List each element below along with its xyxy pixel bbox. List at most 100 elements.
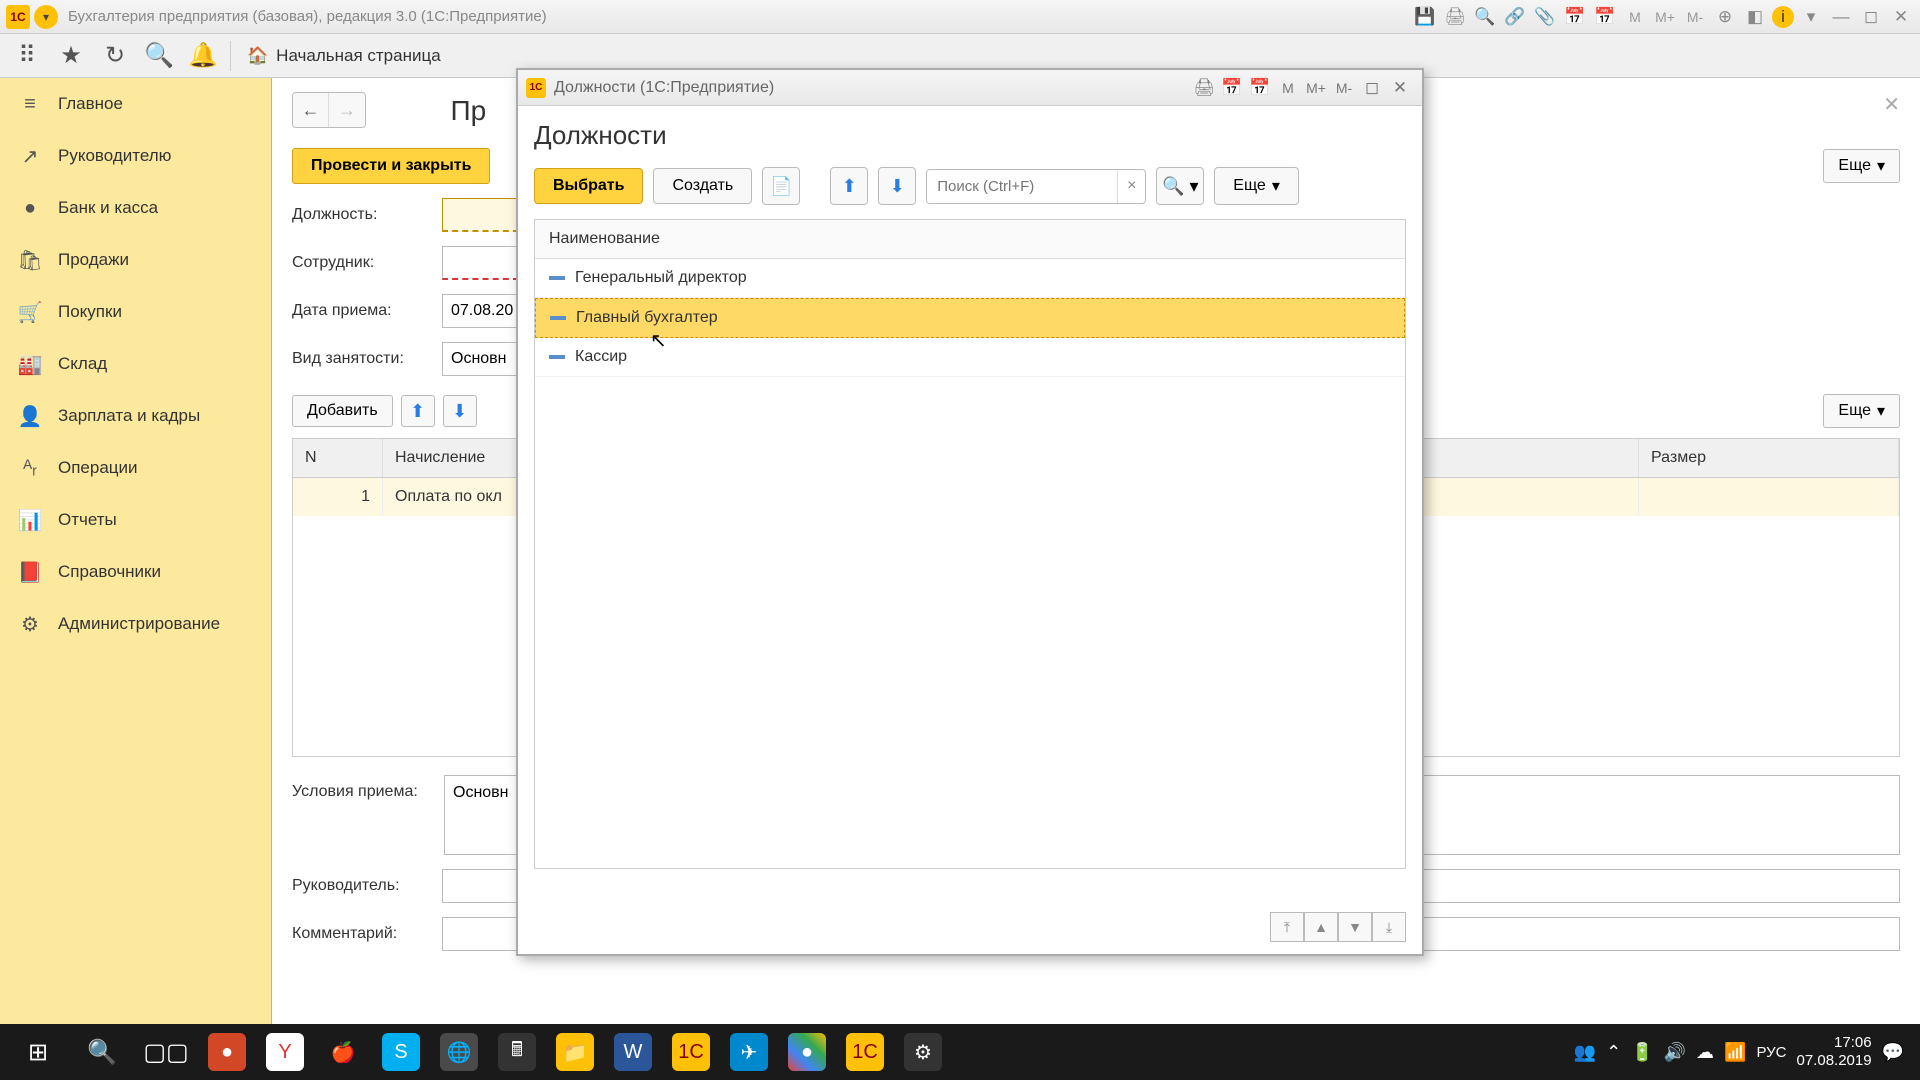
more-button[interactable]: Еще▾ [1823, 149, 1900, 183]
sidebar-item-hr[interactable]: 👤Зарплата и кадры [0, 390, 271, 442]
sidebar-item-manager[interactable]: ↗Руководителю [0, 130, 271, 182]
dialog-more-button[interactable]: Еще▾ [1214, 167, 1299, 205]
grid-more-button[interactable]: Еще▾ [1823, 394, 1900, 428]
list-item[interactable]: Генеральный директор [535, 259, 1405, 298]
submit-close-button[interactable]: Провести и закрыть [292, 148, 490, 184]
taskbar-app-1c2[interactable]: 1C [836, 1024, 894, 1080]
chevron-up-icon[interactable]: ⌃ [1606, 1042, 1621, 1063]
network-icon[interactable]: ☁ [1696, 1042, 1714, 1063]
m-plus-button[interactable]: M+ [1302, 76, 1330, 100]
notifications-icon[interactable]: 💬 [1882, 1042, 1904, 1063]
calendar2-icon[interactable]: 📅 [1592, 4, 1618, 30]
print-icon[interactable]: 🖨 [1190, 76, 1218, 100]
taskbar-app-1c[interactable]: 1C [662, 1024, 720, 1080]
clock[interactable]: 17:06 07.08.2019 [1797, 1034, 1872, 1070]
people-icon[interactable]: 👥 [1574, 1042, 1596, 1063]
sidebar-item-operations[interactable]: ᴬᵣОперации [0, 442, 271, 494]
bell-icon[interactable]: 🔔 [184, 37, 222, 75]
m-button[interactable]: M [1274, 76, 1302, 100]
close-icon[interactable]: ✕ [1386, 76, 1414, 100]
taskbar-app-ppt[interactable]: ● [198, 1024, 256, 1080]
panel-icon[interactable]: ◧ [1742, 4, 1768, 30]
taskbar-app-calc[interactable]: 🖩 [488, 1024, 546, 1080]
search-dropdown-button[interactable]: 🔍 ▾ [1156, 167, 1204, 205]
sidebar-item-references[interactable]: 📕Справочники [0, 546, 271, 598]
taskbar-app-chrome[interactable]: ● [778, 1024, 836, 1080]
sidebar-item-label: Банк и касса [58, 198, 158, 218]
list-item[interactable]: Главный бухгалтер [535, 298, 1405, 338]
list-item[interactable]: Кассир [535, 338, 1405, 377]
search-icon[interactable]: 🔍 [140, 37, 178, 75]
close-icon[interactable]: ✕ [1888, 4, 1914, 30]
history-icon[interactable]: ↻ [96, 37, 134, 75]
forward-button[interactable]: → [329, 93, 365, 127]
m-button[interactable]: M [1622, 4, 1648, 30]
favorite-icon[interactable]: ★ [52, 37, 90, 75]
attach-icon[interactable]: 📎 [1532, 4, 1558, 30]
sidebar-item-sales[interactable]: 🛍Продажи [0, 234, 271, 286]
taskbar-app-tomato[interactable]: 🍎 [314, 1024, 372, 1080]
sidebar-item-purchases[interactable]: 🛒Покупки [0, 286, 271, 338]
taskbar-app-explorer[interactable]: 📁 [546, 1024, 604, 1080]
m-minus-button[interactable]: M- [1682, 4, 1708, 30]
sidebar-item-warehouse[interactable]: 🏭Склад [0, 338, 271, 390]
create-button[interactable]: Создать [653, 168, 752, 204]
sidebar-item-main[interactable]: ≡Главное [0, 78, 271, 130]
chevron-down-icon: ▾ [1877, 401, 1885, 421]
taskbar-app-skype[interactable]: S [372, 1024, 430, 1080]
home-button[interactable]: 🏠 Начальная страница [239, 46, 449, 66]
add-button[interactable]: Добавить [292, 395, 393, 427]
calendar2-icon[interactable]: 📅 [1246, 76, 1274, 100]
dialog-logo-icon: 1C [526, 78, 546, 98]
nav-top-button[interactable]: ⤒ [1270, 912, 1304, 942]
sidebar-item-label: Руководителю [58, 146, 171, 166]
calendar-icon[interactable]: 📅 [1562, 4, 1588, 30]
search-input[interactable] [927, 170, 1117, 203]
help-icon[interactable]: i [1772, 6, 1794, 28]
apps-grid-icon[interactable]: ⠿ [8, 37, 46, 75]
print-icon[interactable]: 🖨 [1442, 4, 1468, 30]
clone-icon[interactable]: 📄 [762, 167, 800, 205]
zoom-icon[interactable]: ⊕ [1712, 4, 1738, 30]
maximize-icon[interactable]: ◻ [1858, 4, 1884, 30]
nav-up-button[interactable]: ▲ [1304, 912, 1338, 942]
m-minus-button[interactable]: M- [1330, 76, 1358, 100]
search-icon[interactable]: 🔍 [1472, 4, 1498, 30]
sidebar-item-admin[interactable]: ⚙Администрирование [0, 598, 271, 650]
taskbar-app-yandex[interactable]: Y [256, 1024, 314, 1080]
volume-icon[interactable]: 🔊 [1664, 1042, 1686, 1063]
cell-size [1639, 478, 1899, 516]
battery-icon[interactable]: 🔋 [1631, 1042, 1653, 1063]
move-down-button[interactable]: ⬇ [443, 395, 477, 427]
sidebar-item-bank[interactable]: ●Банк и касса [0, 182, 271, 234]
taskbar-app-telegram[interactable]: ✈ [720, 1024, 778, 1080]
taskbar-app-settings[interactable]: ⚙ [894, 1024, 952, 1080]
taskview-button[interactable]: ▢▢ [134, 1024, 198, 1080]
start-button[interactable]: ⊞ [6, 1024, 70, 1080]
down-icon[interactable]: ⬇ [878, 167, 916, 205]
move-up-button[interactable]: ⬆ [401, 395, 435, 427]
clear-search-icon[interactable]: × [1117, 170, 1145, 203]
link-icon[interactable]: 🔗 [1502, 4, 1528, 30]
help-dropdown-icon[interactable]: ▾ [1798, 4, 1824, 30]
sidebar-item-reports[interactable]: 📊Отчеты [0, 494, 271, 546]
taskbar-app-browser[interactable]: 🌐 [430, 1024, 488, 1080]
language-indicator[interactable]: РУС [1756, 1044, 1786, 1061]
nav-down-button[interactable]: ▼ [1338, 912, 1372, 942]
m-plus-button[interactable]: M+ [1652, 4, 1678, 30]
wifi-icon[interactable]: 📶 [1724, 1042, 1746, 1063]
back-button[interactable]: ← [293, 93, 329, 127]
up-icon[interactable]: ⬆ [830, 167, 868, 205]
close-page-icon[interactable]: ✕ [1883, 92, 1900, 117]
dropdown-icon[interactable]: ▾ [34, 5, 58, 29]
save-icon[interactable]: 💾 [1412, 4, 1438, 30]
calendar-icon[interactable]: 📅 [1218, 76, 1246, 100]
maximize-icon[interactable]: ◻ [1358, 76, 1386, 100]
sidebar-item-label: Главное [58, 94, 123, 114]
select-button[interactable]: Выбрать [534, 168, 643, 204]
nav-bottom-button[interactable]: ⤓ [1372, 912, 1406, 942]
positions-list: Наименование Генеральный директор Главны… [534, 219, 1406, 869]
minimize-icon[interactable]: — [1828, 4, 1854, 30]
search-button[interactable]: 🔍 [70, 1024, 134, 1080]
taskbar-app-word[interactable]: W [604, 1024, 662, 1080]
